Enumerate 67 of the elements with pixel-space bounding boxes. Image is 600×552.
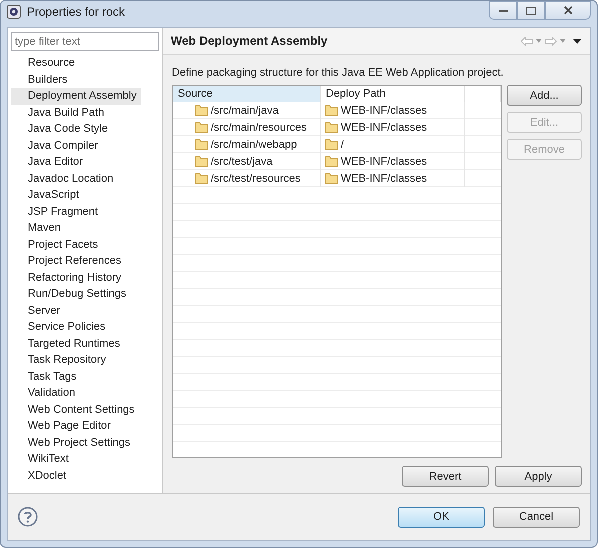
page-button[interactable]: Revert [402, 466, 489, 487]
sidebar-item[interactable]: WikiText [11, 451, 73, 468]
sidebar-item[interactable]: JSP Fragment [11, 204, 102, 220]
close-button[interactable] [545, 1, 591, 20]
minimize-button[interactable] [489, 1, 517, 20]
sidebar-item[interactable]: Validation [11, 385, 80, 402]
table-cell: WEB-INF/classes [341, 172, 428, 184]
sidebar-item[interactable]: Maven [11, 220, 66, 236]
sidebar-item[interactable]: Task Tags [11, 368, 81, 385]
folder-icon [325, 105, 338, 116]
sidebar-item[interactable]: Builders [11, 72, 72, 88]
sidebar-item[interactable]: Javadoc Location [11, 170, 118, 187]
description-text: Define packaging structure for this Java EE Web Application project. [172, 67, 505, 79]
caret-icon[interactable] [560, 39, 566, 43]
sidebar-item[interactable]: Refactoring History [11, 270, 126, 286]
folder-icon [325, 156, 338, 167]
sidebar-item[interactable]: Web Content Settings [11, 402, 139, 418]
sidebar-item[interactable]: Service Policies [11, 319, 110, 336]
sidebar-item[interactable]: Resource [11, 55, 80, 72]
menu-caret-icon[interactable] [573, 38, 582, 44]
app-icon [7, 5, 21, 19]
sidebar-item[interactable]: Java Editor [11, 154, 88, 170]
page-title: Web Deployment Assembly [171, 34, 328, 48]
folder-icon [325, 173, 338, 184]
sidebar-item[interactable]: Java Code Style [11, 121, 112, 138]
dialog-button[interactable]: OK [398, 506, 485, 528]
folder-icon [325, 122, 338, 133]
column-header[interactable]: Source [173, 86, 321, 102]
table-cell: /src/main/resources [211, 122, 307, 134]
table-action-button[interactable]: Add... [507, 85, 582, 106]
table-cell: /src/test/java [211, 156, 273, 168]
folder-icon [195, 139, 208, 150]
folder-icon [195, 122, 208, 133]
table-cell: / [341, 138, 344, 150]
table-cell: WEB-INF/classes [341, 122, 428, 134]
help-icon[interactable] [18, 507, 38, 527]
sidebar-item[interactable]: Java Build Path [11, 104, 108, 121]
close-icon [564, 6, 572, 15]
table-cell: /src/main/java [211, 104, 279, 116]
folder-icon [195, 156, 208, 167]
window-title: Properties for rock [27, 5, 126, 19]
folder-icon [325, 139, 338, 150]
minimize-icon [498, 9, 508, 12]
sidebar-item[interactable]: Project References [11, 253, 126, 270]
sidebar-item[interactable]: Web Project Settings [11, 434, 135, 451]
dialog-button[interactable]: Cancel [493, 506, 580, 528]
table-cell: /src/test/resources [211, 172, 301, 184]
page-button[interactable]: Apply [495, 466, 582, 487]
filter-field[interactable]: type filter text [11, 32, 159, 51]
maximize-icon [526, 6, 536, 14]
sidebar-item[interactable]: Run/Debug Settings [11, 286, 130, 302]
sidebar-item[interactable]: Deployment Assembly [11, 88, 141, 104]
folder-icon [195, 173, 208, 184]
table-cell: /src/main/webapp [211, 138, 298, 150]
sidebar-item[interactable]: Project Facets [11, 236, 102, 253]
maximize-button[interactable] [517, 1, 545, 20]
sidebar-item[interactable]: Web Page Editor [11, 418, 115, 434]
folder-icon [195, 105, 208, 116]
table-cell: WEB-INF/classes [341, 156, 428, 168]
sidebar-item[interactable]: JavaScript [11, 187, 84, 204]
table-cell: WEB-INF/classes [341, 104, 428, 116]
sidebar-item[interactable]: Server [11, 302, 64, 319]
sidebar-item[interactable]: Java Compiler [11, 138, 102, 154]
sidebar-item[interactable]: Targeted Runtimes [11, 336, 124, 352]
caret-icon[interactable] [536, 39, 542, 43]
sidebar-item[interactable]: XDoclet [11, 468, 71, 484]
sidebar-item[interactable]: Task Repository [11, 352, 110, 368]
